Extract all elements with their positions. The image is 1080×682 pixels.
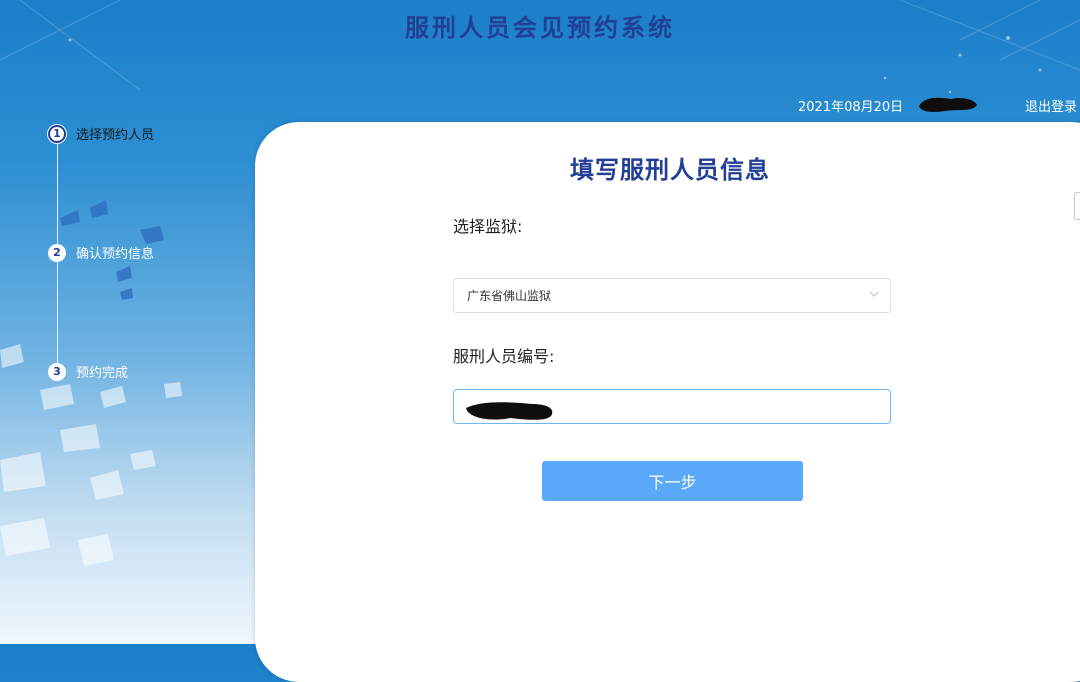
next-step-button[interactable]: 下一步	[542, 461, 803, 501]
step-select-person: 1 选择预约人员	[48, 124, 154, 143]
side-edge-tab[interactable]	[1074, 192, 1080, 220]
step-label-3: 预约完成	[76, 366, 129, 381]
redacted-inmate-number	[466, 402, 553, 420]
logout-link[interactable]: 退出登录	[1025, 96, 1077, 115]
step-label-1: 选择预约人员	[76, 128, 155, 143]
page-title: 服刑人员会见预约系统	[405, 14, 675, 42]
redacted-username	[919, 97, 977, 112]
step-number-3: 3	[48, 362, 66, 381]
chevron-down-icon	[869, 291, 879, 297]
step-number-2: 2	[48, 243, 66, 262]
step-label-2: 确认预约信息	[76, 247, 155, 262]
inmate-number-label: 服刑人员编号:	[453, 347, 555, 366]
prison-select-value: 广东省佛山监狱	[467, 289, 552, 303]
step-confirm-info: 2 确认预约信息	[48, 243, 154, 262]
inmate-number-input[interactable]	[453, 389, 891, 424]
prison-label: 选择监狱:	[453, 217, 523, 236]
prison-select[interactable]: 广东省佛山监狱	[453, 278, 891, 313]
current-date: 2021年08月20日	[798, 100, 904, 115]
form-title: 填写服刑人员信息	[570, 156, 770, 184]
step-number-1: 1	[48, 124, 66, 143]
step-complete: 3 预约完成	[48, 362, 128, 381]
